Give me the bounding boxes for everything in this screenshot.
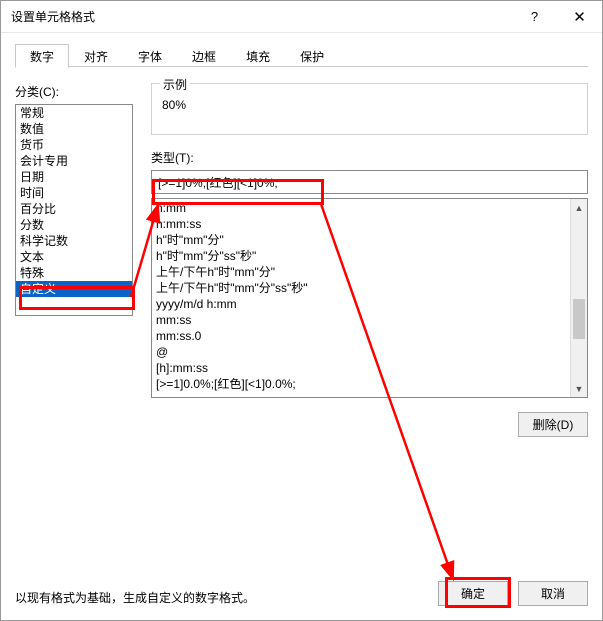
format-item[interactable]: h"时"mm"分"ss"秒": [156, 248, 566, 264]
format-scrollbar[interactable]: ▲ ▼: [570, 199, 587, 397]
tab-border[interactable]: 边框: [177, 44, 231, 68]
category-item[interactable]: 科学记数: [16, 233, 132, 249]
format-item[interactable]: h"时"mm"分": [156, 232, 566, 248]
scroll-up-icon[interactable]: ▲: [571, 199, 587, 216]
format-item[interactable]: 上午/下午h"时"mm"分": [156, 264, 566, 280]
format-item[interactable]: h:mm: [156, 200, 566, 216]
category-item[interactable]: 百分比: [16, 201, 132, 217]
category-item[interactable]: 特殊: [16, 265, 132, 281]
category-item[interactable]: 时间: [16, 185, 132, 201]
category-item[interactable]: 货币: [16, 137, 132, 153]
category-item[interactable]: 数值: [16, 121, 132, 137]
ok-button[interactable]: 确定: [438, 581, 508, 606]
format-item[interactable]: 上午/下午h"时"mm"分"ss"秒": [156, 280, 566, 296]
cancel-button[interactable]: 取消: [518, 581, 588, 606]
type-input[interactable]: [151, 170, 588, 194]
category-label: 分类(C):: [15, 83, 133, 100]
category-item[interactable]: 会计专用: [16, 153, 132, 169]
dialog-title: 设置单元格格式: [11, 8, 512, 25]
scroll-thumb[interactable]: [573, 299, 585, 339]
example-box: 示例 80%: [151, 83, 588, 135]
tab-protection[interactable]: 保护: [285, 44, 339, 68]
format-item[interactable]: [h]:mm:ss: [156, 360, 566, 376]
format-item[interactable]: mm:ss: [156, 312, 566, 328]
category-list[interactable]: 常规 数值 货币 会计专用 日期 时间 百分比 分数 科学记数 文本 特殊 自定…: [15, 104, 133, 316]
scroll-down-icon[interactable]: ▼: [571, 380, 587, 397]
category-item[interactable]: 文本: [16, 249, 132, 265]
example-legend: 示例: [160, 76, 190, 93]
format-item[interactable]: yyyy/m/d h:mm: [156, 296, 566, 312]
category-item[interactable]: 常规: [16, 105, 132, 121]
close-button[interactable]: ✕: [557, 1, 602, 32]
help-button[interactable]: ?: [512, 1, 557, 32]
delete-button[interactable]: 删除(D): [518, 412, 588, 437]
format-item[interactable]: mm:ss.0: [156, 328, 566, 344]
tab-fill[interactable]: 填充: [231, 44, 285, 68]
category-item[interactable]: 分数: [16, 217, 132, 233]
format-list[interactable]: h:mm h:mm:ss h"时"mm"分" h"时"mm"分"ss"秒" 上午…: [151, 198, 588, 398]
tab-alignment[interactable]: 对齐: [69, 44, 123, 68]
format-item[interactable]: h:mm:ss: [156, 216, 566, 232]
tab-number[interactable]: 数字: [15, 44, 69, 68]
tab-bar: 数字 对齐 字体 边框 填充 保护: [15, 43, 588, 67]
example-value: 80%: [162, 98, 577, 112]
type-label: 类型(T):: [151, 149, 588, 166]
category-item-custom[interactable]: 自定义: [16, 281, 132, 297]
category-item[interactable]: 日期: [16, 169, 132, 185]
format-item[interactable]: [>=1]0.0%;[红色][<1]0.0%;: [156, 376, 566, 392]
tab-font[interactable]: 字体: [123, 44, 177, 68]
format-item[interactable]: @: [156, 344, 566, 360]
